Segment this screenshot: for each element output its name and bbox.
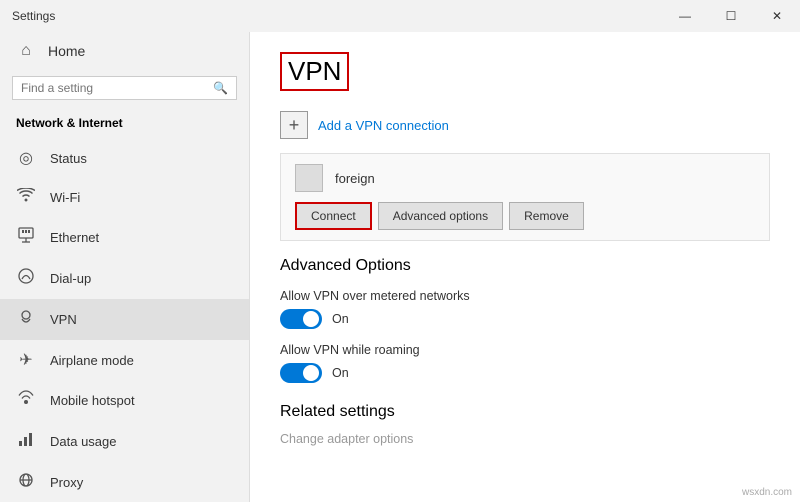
option2-toggle[interactable] <box>280 363 322 383</box>
option2-label: Allow VPN while roaming <box>280 343 770 357</box>
add-vpn-label: Add a VPN connection <box>318 118 449 133</box>
advanced-options-title: Advanced Options <box>280 257 770 275</box>
vpn-connection-name: foreign <box>335 171 375 186</box>
related-settings-title: Related settings <box>280 403 770 421</box>
option2-toggle-row: On <box>280 363 770 383</box>
related-settings-section: Related settings Change adapter options <box>280 403 770 446</box>
sidebar-item-label: VPN <box>50 312 77 327</box>
vpn-card-header: foreign <box>295 164 755 192</box>
window-controls: — ☐ ✕ <box>662 0 800 32</box>
ethernet-icon <box>16 227 36 248</box>
app-body: ⌂ Home 🔍 Network & Internet ◎ Status Wi-… <box>0 32 800 502</box>
plus-icon: + <box>280 111 308 139</box>
advanced-options-section: Advanced Options Allow VPN over metered … <box>280 257 770 383</box>
proxy-icon <box>16 472 36 493</box>
sidebar-item-label: Mobile hotspot <box>50 393 135 408</box>
change-adapter-link: Change adapter options <box>280 432 413 446</box>
search-input[interactable] <box>21 81 207 95</box>
sidebar-item-home[interactable]: ⌂ Home <box>0 32 249 70</box>
dialup-icon <box>16 268 36 289</box>
page-title: VPN <box>280 52 349 91</box>
home-icon: ⌂ <box>16 42 36 60</box>
vpn-connection-icon <box>295 164 323 192</box>
sidebar-item-label: Proxy <box>50 475 83 490</box>
sidebar-item-data[interactable]: Data usage <box>0 421 249 462</box>
sidebar-section-title: Network & Internet <box>0 110 249 138</box>
search-icon: 🔍 <box>213 81 228 95</box>
sidebar-item-vpn[interactable]: VPN <box>0 299 249 340</box>
wifi-icon <box>16 188 36 207</box>
watermark: wsxdn.com <box>742 487 792 498</box>
sidebar-item-label: Data usage <box>50 434 117 449</box>
maximize-button[interactable]: ☐ <box>708 0 754 32</box>
hotspot-icon <box>16 390 36 411</box>
option1-toggle[interactable] <box>280 309 322 329</box>
sidebar-item-label: Airplane mode <box>50 353 134 368</box>
connect-button[interactable]: Connect <box>295 202 372 230</box>
sidebar-item-status[interactable]: ◎ Status <box>0 138 249 178</box>
sidebar-item-label: Ethernet <box>50 230 99 245</box>
titlebar: Settings — ☐ ✕ <box>0 0 800 32</box>
sidebar: ⌂ Home 🔍 Network & Internet ◎ Status Wi-… <box>0 32 250 502</box>
advanced-options-button[interactable]: Advanced options <box>378 202 503 230</box>
vpn-action-buttons: Connect Advanced options Remove <box>295 202 755 230</box>
vpn-card: foreign Connect Advanced options Remove <box>280 153 770 241</box>
minimize-button[interactable]: — <box>662 0 708 32</box>
home-label: Home <box>48 43 85 59</box>
option1-toggle-row: On <box>280 309 770 329</box>
status-icon: ◎ <box>16 148 36 168</box>
sidebar-item-label: Wi-Fi <box>50 190 80 205</box>
vpn-icon <box>16 309 36 330</box>
sidebar-item-hotspot[interactable]: Mobile hotspot <box>0 380 249 421</box>
app-title: Settings <box>12 9 55 23</box>
sidebar-item-dialup[interactable]: Dial-up <box>0 258 249 299</box>
sidebar-item-label: Status <box>50 151 87 166</box>
sidebar-item-airplane[interactable]: ✈ Airplane mode <box>0 340 249 380</box>
sidebar-item-wifi[interactable]: Wi-Fi <box>0 178 249 217</box>
remove-button[interactable]: Remove <box>509 202 584 230</box>
content-area: VPN + Add a VPN connection foreign Conne… <box>250 32 800 502</box>
add-vpn-button[interactable]: + Add a VPN connection <box>280 111 770 139</box>
close-button[interactable]: ✕ <box>754 0 800 32</box>
sidebar-item-ethernet[interactable]: Ethernet <box>0 217 249 258</box>
data-icon <box>16 431 36 452</box>
option1-toggle-text: On <box>332 312 349 326</box>
sidebar-item-proxy[interactable]: Proxy <box>0 462 249 502</box>
option1-label: Allow VPN over metered networks <box>280 289 770 303</box>
airplane-icon: ✈ <box>16 350 36 370</box>
sidebar-item-label: Dial-up <box>50 271 91 286</box>
option2-toggle-text: On <box>332 366 349 380</box>
search-box[interactable]: 🔍 <box>12 76 237 100</box>
